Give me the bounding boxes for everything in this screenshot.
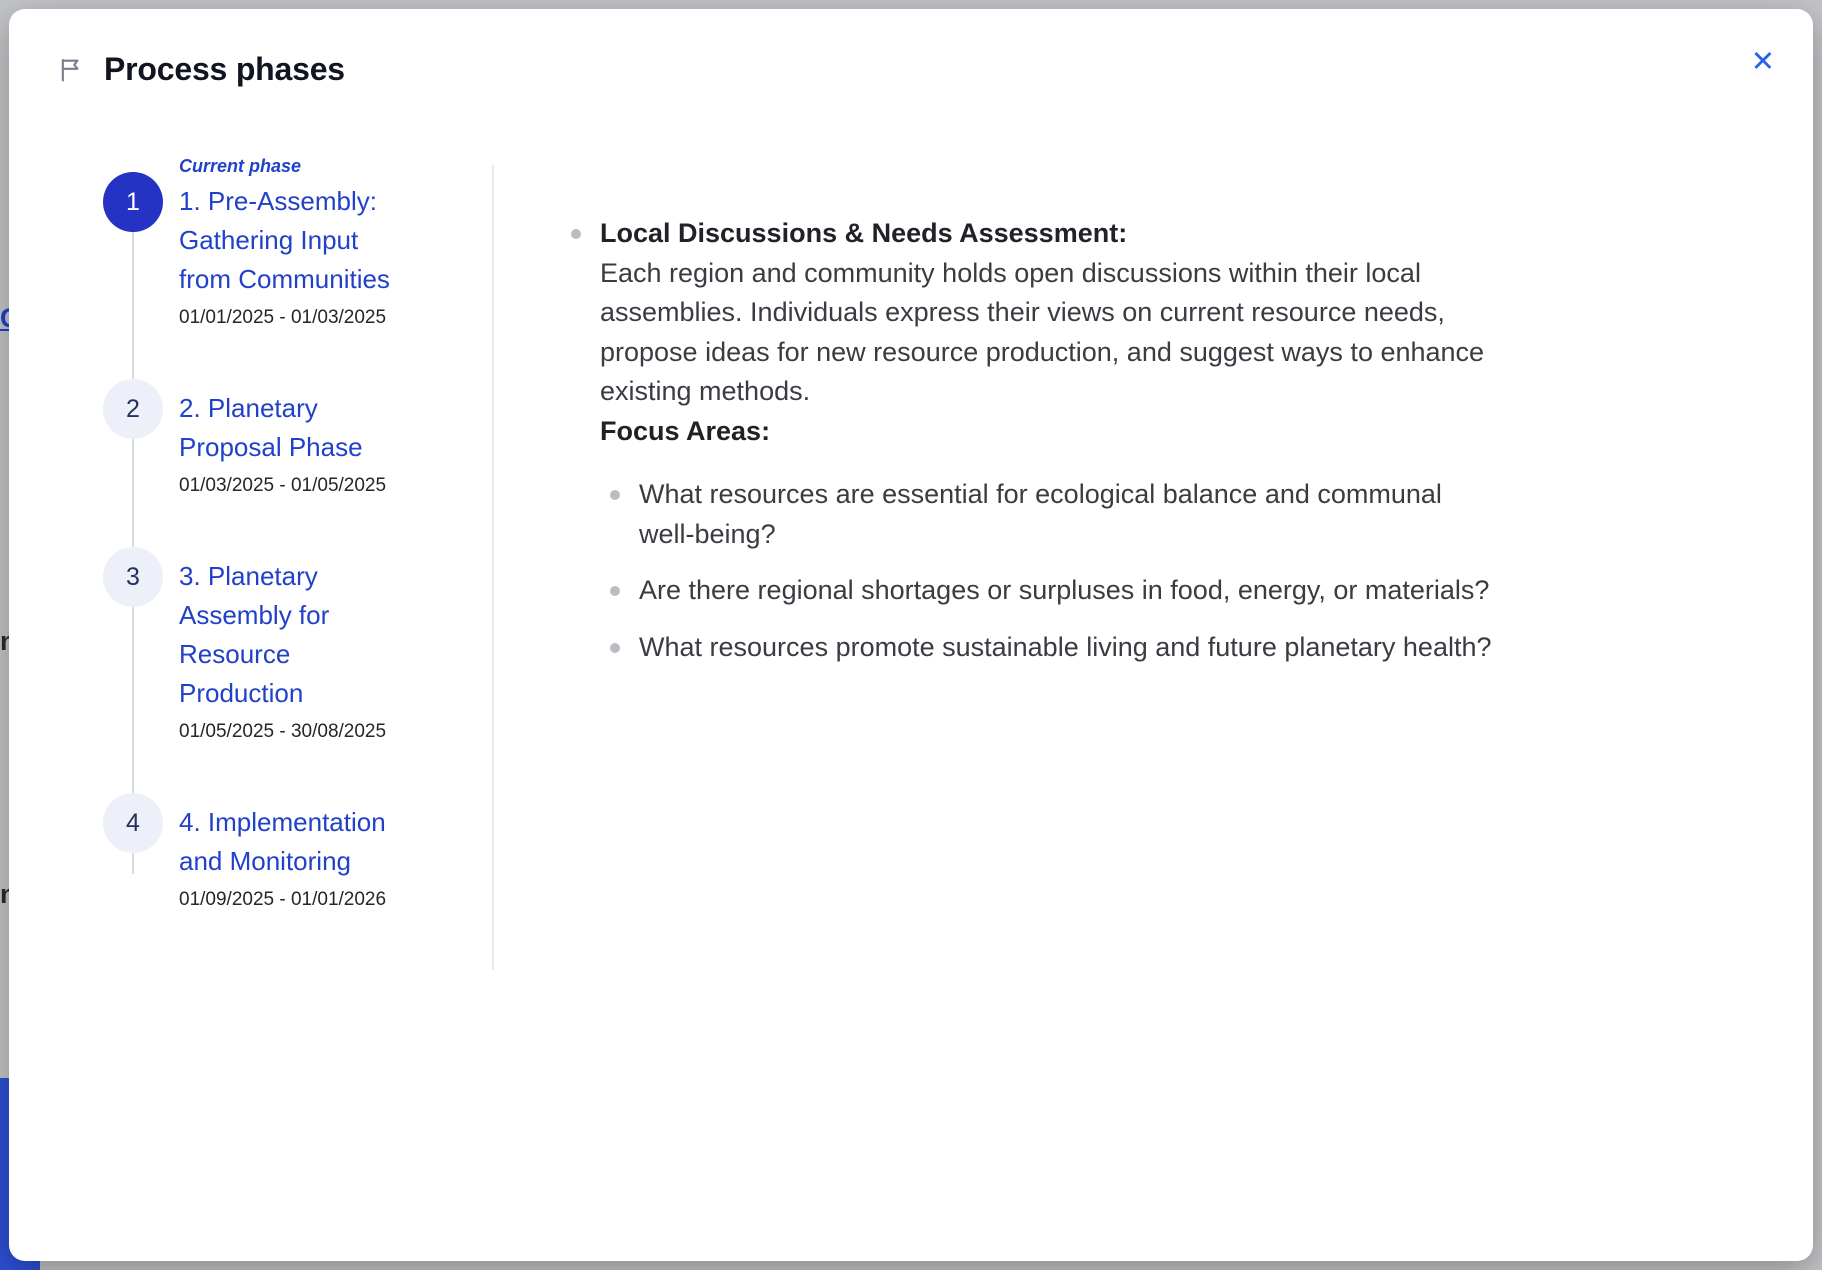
section-heading: Local Discussions & Needs Assessment: <box>600 214 1510 254</box>
phase-title-link[interactable]: 2. Planetary Proposal Phase <box>179 389 407 467</box>
focus-areas-label: Focus Areas: <box>600 412 1510 452</box>
phase-title-link[interactable]: 3. Planetary Assembly for Resource Produ… <box>179 557 407 713</box>
phase-dates: 01/03/2025 - 01/05/2025 <box>179 475 407 497</box>
phase-number-badge: 4 <box>103 793 163 853</box>
close-button[interactable]: ✕ <box>1747 43 1779 80</box>
bullet-icon <box>610 586 620 596</box>
process-phases-modal: Process phases ✕ 1 Current phase 1. Pre-… <box>9 9 1813 1261</box>
flag-icon <box>57 56 85 84</box>
focus-bullet-text: What resources are essential for ecologi… <box>639 475 1501 554</box>
phase-title-link[interactable]: 1. Pre-Assembly: Gathering Input from Co… <box>179 182 407 299</box>
focus-bullet-item: What resources are essential for ecologi… <box>600 475 1510 554</box>
details-bullet-item: Local Discussions & Needs Assessment: Ea… <box>561 214 1521 684</box>
phase-title-link[interactable]: 4. Implementation and Monitoring <box>179 803 407 881</box>
phase-item-2: 2 2. Planetary Proposal Phase 01/03/2025… <box>103 389 413 497</box>
bullet-icon <box>610 643 620 653</box>
phase-dates: 01/01/2025 - 01/03/2025 <box>179 307 407 329</box>
bullet-icon <box>610 490 620 500</box>
bullet-icon <box>571 229 581 239</box>
focus-areas-list: What resources are essential for ecologi… <box>600 475 1510 667</box>
phase-stepper: 1 Current phase 1. Pre-Assembly: Gatheri… <box>103 154 413 971</box>
focus-bullet-text: Are there regional shortages or surpluse… <box>639 571 1501 611</box>
focus-bullet-item: What resources promote sustainable livin… <box>600 628 1510 668</box>
phase-item-3: 3 3. Planetary Assembly for Resource Pro… <box>103 557 413 743</box>
focus-bullet-item: Are there regional shortages or surpluse… <box>600 571 1510 611</box>
modal-header: Process phases <box>57 51 1713 88</box>
section-body: Each region and community holds open dis… <box>600 254 1510 412</box>
phase-number-badge: 2 <box>103 379 163 439</box>
phase-number-badge: 1 <box>103 172 163 232</box>
current-phase-label: Current phase <box>179 154 407 182</box>
phase-dates: 01/09/2025 - 01/01/2026 <box>179 889 407 911</box>
phase-dates: 01/05/2025 - 30/08/2025 <box>179 721 407 743</box>
phase-number-badge: 3 <box>103 547 163 607</box>
modal-title: Process phases <box>104 51 345 88</box>
phase-details: Local Discussions & Needs Assessment: Ea… <box>561 214 1521 684</box>
vertical-divider <box>492 165 494 970</box>
focus-bullet-text: What resources promote sustainable livin… <box>639 628 1501 668</box>
phase-item-1: 1 Current phase 1. Pre-Assembly: Gatheri… <box>103 154 413 329</box>
phase-item-4: 4 4. Implementation and Monitoring 01/09… <box>103 803 413 911</box>
